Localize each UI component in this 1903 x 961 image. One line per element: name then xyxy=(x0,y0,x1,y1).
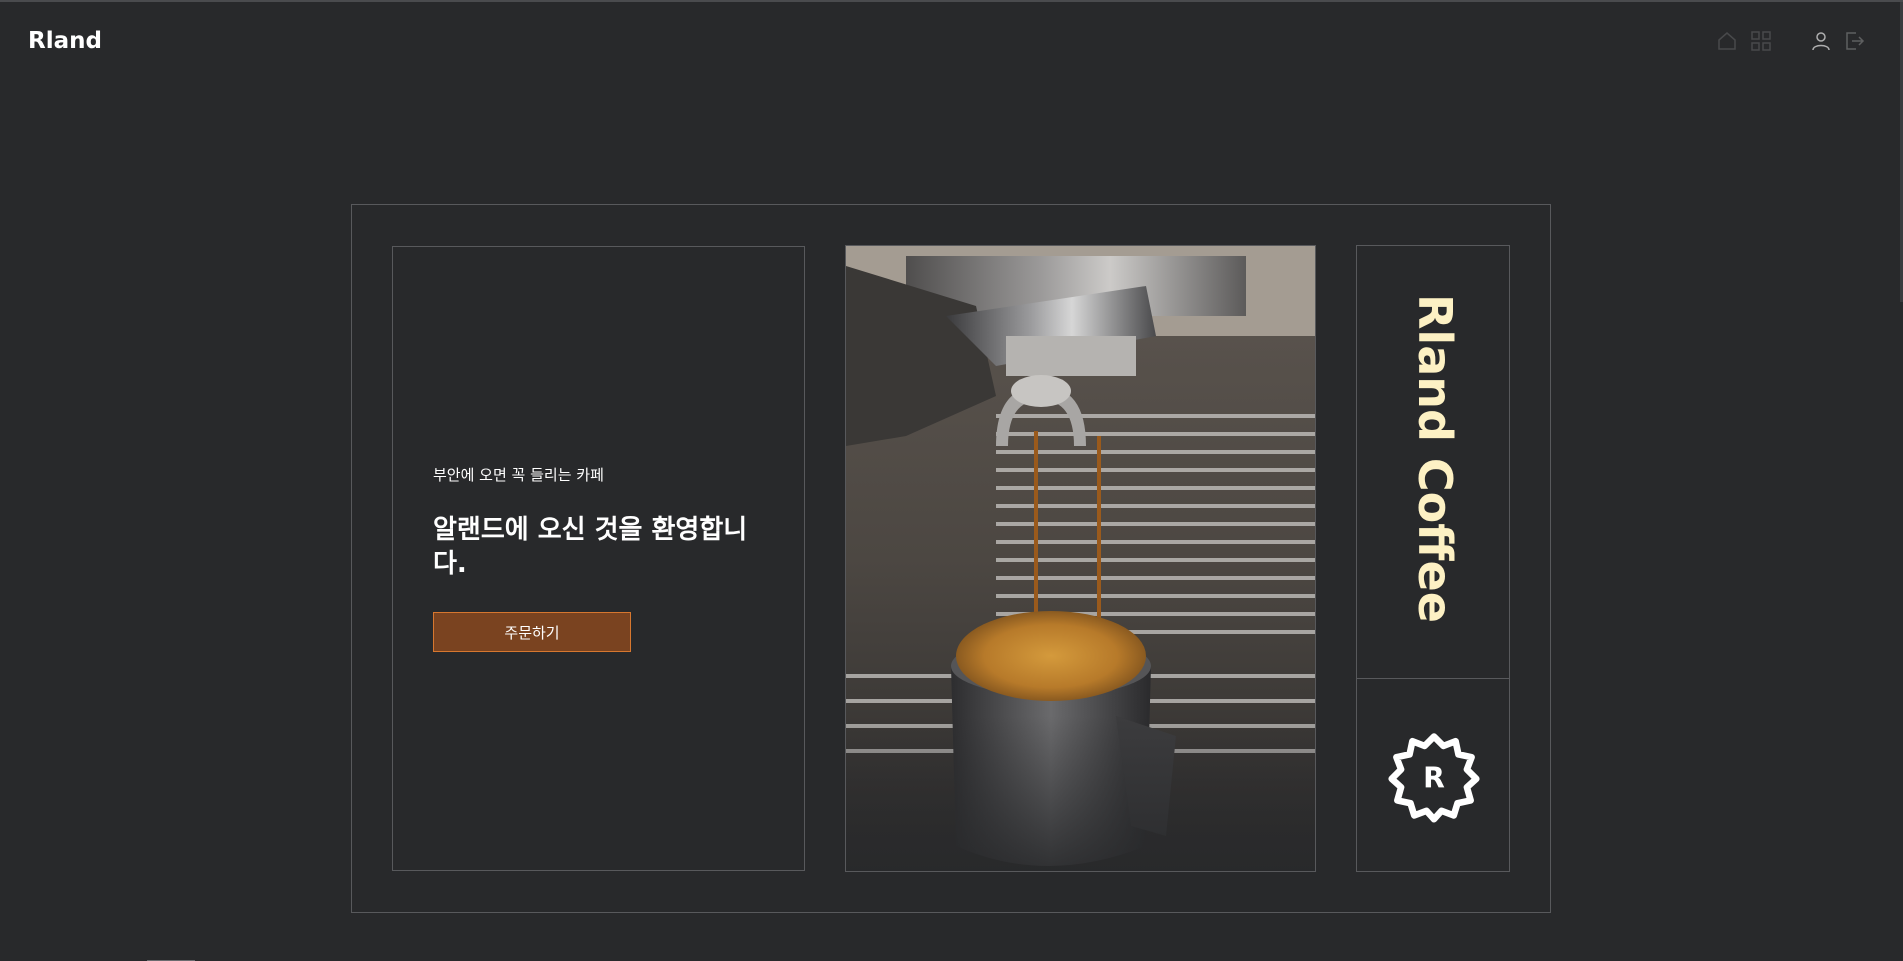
badge-panel: R xyxy=(1356,678,1510,872)
home-icon[interactable] xyxy=(1714,28,1740,54)
badge-letter: R xyxy=(1423,761,1445,794)
welcome-panel: 부안에 오면 꼭 들리는 카페 알랜드에 오신 것을 환영합니다. 주문하기 xyxy=(392,246,805,871)
top-header: Rland xyxy=(0,2,1903,82)
order-button[interactable]: 주문하기 xyxy=(433,612,631,652)
logout-icon[interactable] xyxy=(1841,28,1867,54)
hero-headline: 알랜드에 오신 것을 환영합니다. xyxy=(433,515,748,579)
brand-vertical-title: Rland Coffee xyxy=(1408,294,1462,623)
espresso-photo xyxy=(845,245,1316,872)
brand-badge-icon: R xyxy=(1388,733,1480,823)
hero-subtitle: 부안에 오면 꼭 들리는 카페 xyxy=(433,466,604,484)
brand-column: Rland Coffee xyxy=(1356,245,1510,679)
site-logo[interactable]: Rland xyxy=(28,28,102,54)
grid-icon[interactable] xyxy=(1748,28,1774,54)
user-icon[interactable] xyxy=(1808,28,1834,54)
